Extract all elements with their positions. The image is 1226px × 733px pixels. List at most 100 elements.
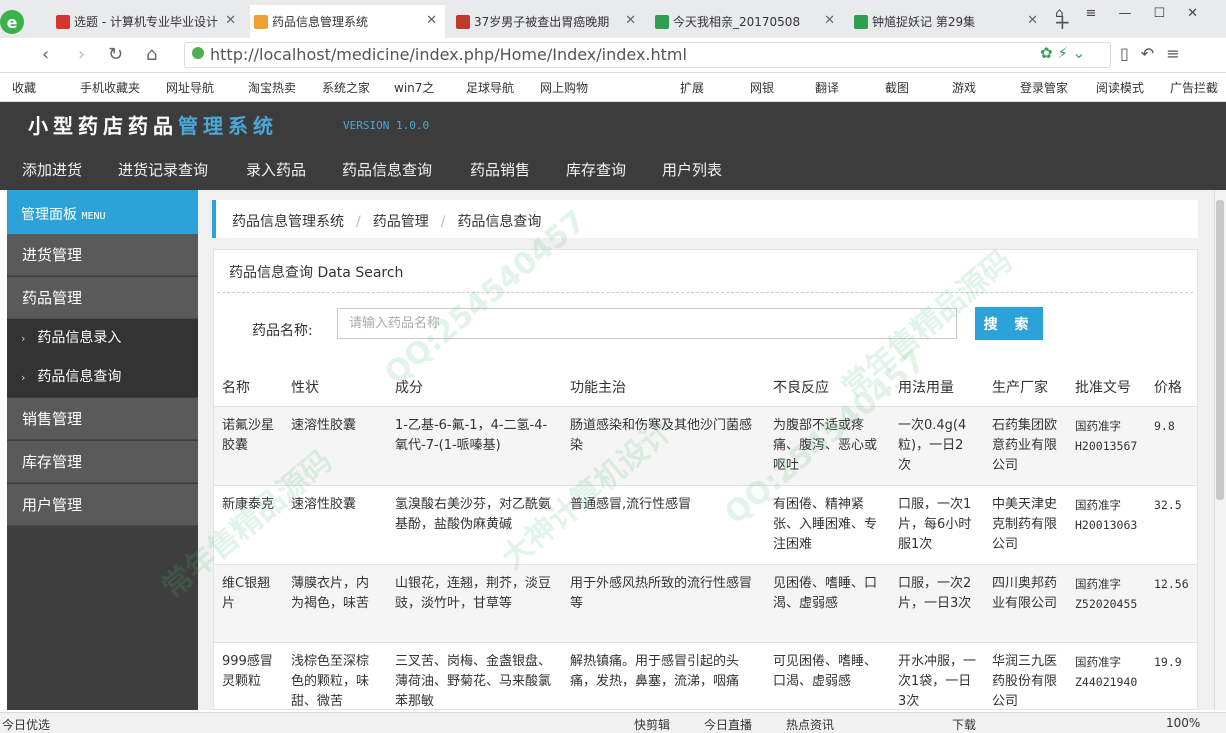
nav-user-list[interactable]: 用户列表 (662, 159, 722, 180)
browser-tab-5[interactable]: 钟馗捉妖记 第29集 ✕ (850, 5, 1046, 38)
sidebar-item-medicine[interactable]: 药品管理 (7, 277, 198, 319)
sidebar-item-purchase[interactable]: 进货管理 (7, 234, 198, 276)
cell-price: 19.9 (1146, 642, 1197, 722)
back-icon[interactable]: ‹ (42, 44, 49, 65)
sidebar-header-title: 管理面板 (21, 207, 77, 223)
status-item[interactable]: 下载 (952, 716, 976, 733)
sidebar-item-sales[interactable]: 销售管理 (7, 398, 198, 440)
skin-icon[interactable]: ⌂ (1055, 6, 1085, 21)
column-header: 批准文号 (1067, 368, 1146, 407)
cell-ingredients: 1-乙基-6-氟-1，4-二氢-4-氧代-7-(1-哌嗪基) (387, 406, 562, 486)
panel-divider (217, 292, 1193, 293)
cell-ingredients: 山银花，连翘，荆芥，淡豆豉，淡竹叶，甘草等 (387, 564, 562, 643)
bookmark-item[interactable]: 翻译 (815, 79, 839, 96)
browser-tab-3[interactable]: 37岁男子被查出胃癌晚期 ✕ (452, 5, 644, 38)
forward-icon[interactable]: › (78, 44, 85, 65)
sidebar-subitem-medicine-query[interactable]: › 药品信息查询 (7, 358, 198, 397)
svg-text:e: e (7, 13, 18, 32)
medicine-table: 名称 性状 成分 功能主治 不良反应 用法用量 生产厂家 批准文号 价格 诺氟沙… (214, 368, 1197, 722)
cell-approval-no: 国药准字Z52020455 (1067, 564, 1146, 643)
table-row: 新康泰克 速溶性胶囊 氢溴酸右美沙芬，对乙酰氨基酚，盐酸伪麻黄碱 普通感冒,流行… (214, 485, 1197, 565)
browser-tools[interactable]: ▯↶≡ (1120, 44, 1192, 63)
close-icon[interactable]: ✕ (1027, 13, 1038, 28)
app-title-accent: 管理系统 (178, 114, 278, 138)
browser-tab-2[interactable]: 药品信息管理系统 ✕ (250, 5, 445, 38)
secure-site-icon (192, 47, 204, 59)
cell-dosage: 一次0.4g(4粒)，一日2次 (890, 406, 984, 486)
menu-icon[interactable]: ≡ (1086, 6, 1119, 21)
bookmark-item[interactable]: 手机收藏夹 (80, 79, 140, 96)
breadcrumb-separator: / (440, 214, 446, 230)
home-icon[interactable]: ⌂ (146, 44, 157, 65)
tab-title: 钟馗捉妖记 第29集 (872, 15, 976, 29)
tab-title: 药品信息管理系统 (272, 15, 369, 29)
accelerate-icon[interactable]: ✿ ⚡ ⌄ (1040, 44, 1085, 62)
url-text[interactable]: http://localhost/medicine/index.php/Home… (210, 45, 687, 64)
sidebar-item-stock[interactable]: 库存管理 (7, 441, 198, 483)
breadcrumb-item[interactable]: 药品管理 (373, 214, 429, 230)
cell-dosage: 开水冲服，一次1袋，一日3次 (890, 642, 984, 722)
nav-stock-query[interactable]: 库存查询 (566, 159, 626, 180)
search-label: 药品名称: (252, 323, 313, 339)
search-button[interactable]: 搜 索 (975, 307, 1043, 340)
browser-tab-1[interactable]: 选题 - 计算机专业毕业设计 ✕ (52, 5, 244, 38)
cell-manufacturer: 中美天津史克制药有限公司 (984, 485, 1067, 565)
breadcrumb-item[interactable]: 药品信息管理系统 (232, 214, 344, 230)
cell-price: 9.8 (1146, 406, 1197, 486)
close-icon[interactable]: ✕ (426, 13, 437, 28)
zoom-level[interactable]: 100% (1166, 716, 1200, 730)
close-icon[interactable]: ✕ (625, 13, 636, 28)
nav-medicine-query[interactable]: 药品信息查询 (342, 159, 432, 180)
nav-add-purchase[interactable]: 添加进货 (22, 159, 82, 180)
cell-name: 新康泰克 (214, 485, 283, 565)
nav-medicine-sales[interactable]: 药品销售 (470, 159, 530, 180)
bookmark-item[interactable]: 游戏 (952, 79, 976, 96)
bookmark-item[interactable]: 登录管家 (1020, 79, 1068, 96)
close-icon[interactable]: ✕ (225, 13, 236, 28)
bookmark-item[interactable]: 网上购物 (540, 79, 588, 96)
column-header: 不良反应 (765, 368, 890, 407)
sidebar-subitem-medicine-entry[interactable]: › 药品信息录入 (7, 319, 198, 358)
cell-manufacturer: 华润三九医药股份有限公司 (984, 642, 1067, 722)
bookmark-item[interactable]: 网址导航 (166, 79, 214, 96)
column-header: 生产厂家 (984, 368, 1067, 407)
nav-purchase-records[interactable]: 进货记录查询 (118, 159, 208, 180)
close-window-icon[interactable]: ✕ (1187, 6, 1220, 21)
status-item[interactable]: 快剪辑 (634, 716, 670, 733)
maximize-icon[interactable]: ☐ (1153, 6, 1187, 21)
bookmark-item[interactable]: 网银 (750, 79, 774, 96)
scrollbar-thumb[interactable] (1216, 200, 1224, 500)
tab-favicon-icon (854, 15, 868, 29)
status-item[interactable]: 今日直播 (704, 716, 752, 733)
close-icon[interactable]: ✕ (824, 13, 835, 28)
bookmark-item[interactable]: 收藏 (12, 79, 36, 96)
bookmark-item[interactable]: 阅读模式 (1096, 79, 1144, 96)
medicine-name-search-input[interactable] (337, 308, 957, 339)
cell-manufacturer: 石药集团欧意药业有限公司 (984, 406, 1067, 486)
cell-side-effects: 见困倦、嗜睡、口渴、虚弱感 (765, 564, 890, 643)
tab-favicon-icon (456, 15, 470, 29)
bookmark-item[interactable]: win7之 (394, 79, 434, 96)
cell-side-effects: 为腹部不适或疼痛、腹泻、恶心或呕吐 (765, 406, 890, 486)
bookmark-item[interactable]: 截图 (885, 79, 909, 96)
reload-icon[interactable]: ↻ (108, 44, 123, 65)
column-header: 成分 (387, 368, 562, 407)
status-item[interactable]: 热点资讯 (786, 716, 834, 733)
column-header: 用法用量 (890, 368, 984, 407)
cell-price: 32.5 (1146, 485, 1197, 565)
column-header: 功能主治 (562, 368, 765, 407)
browser-tab-4[interactable]: 今天我相亲_20170508 ✕ (651, 5, 843, 38)
sidebar-item-users[interactable]: 用户管理 (7, 484, 198, 526)
cell-indications: 普通感冒,流行性感冒 (562, 485, 765, 565)
cell-side-effects: 可见困倦、嗜睡、口渴、虚弱感 (765, 642, 890, 722)
bookmark-item[interactable]: 淘宝热卖 (248, 79, 296, 96)
bookmark-item[interactable]: 扩展 (680, 79, 704, 96)
status-left-text[interactable]: 今日优选 (2, 716, 50, 733)
bookmark-item[interactable]: 系统之家 (322, 79, 370, 96)
nav-enter-medicine[interactable]: 录入药品 (246, 159, 306, 180)
window-controls[interactable]: ⌂≡—☐✕ (1055, 6, 1220, 21)
browser-logo-icon: e (0, 10, 24, 34)
minimize-icon[interactable]: — (1118, 6, 1153, 21)
bookmark-item[interactable]: 广告拦截 (1170, 79, 1218, 96)
bookmark-item[interactable]: 足球导航 (466, 79, 514, 96)
